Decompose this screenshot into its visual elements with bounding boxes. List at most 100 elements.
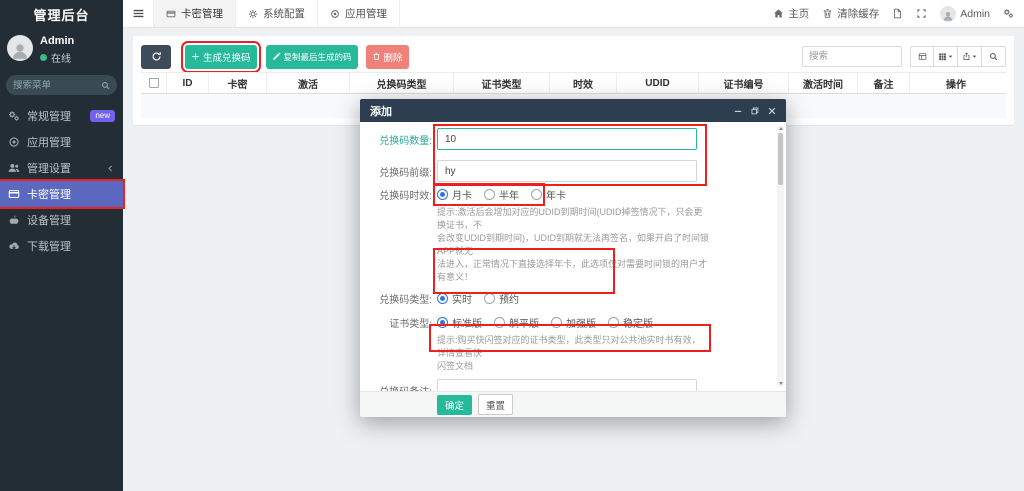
fullscreen-button[interactable] <box>916 8 927 19</box>
clear-cache-link[interactable]: 清除缓存 <box>822 6 879 21</box>
topbar-user-name: Admin <box>960 8 990 20</box>
search-icon <box>101 81 110 90</box>
trash-icon <box>372 52 381 61</box>
cert-option-stable[interactable]: 稳定版 <box>608 315 653 330</box>
prefix-label: 兑换码前缀: <box>372 164 432 179</box>
card-icon <box>8 188 20 200</box>
header-cell-remark[interactable]: 备注 <box>857 73 909 93</box>
code-type-option-reserve[interactable]: 预约 <box>484 291 519 306</box>
sidebar-menu: 常规管理 new 应用管理 管理设置 卡密管理 设备管理 <box>0 103 123 259</box>
copy-last-codes-button[interactable]: 复制最后生成的码 <box>266 45 358 69</box>
generate-codes-button[interactable]: 生成兑换码 <box>185 45 257 69</box>
cert-tip-text: 提示:购买快闪签对应的证书类型，此类型只对公共池实时书有效，详情查看快 闪签文档 <box>437 334 709 373</box>
radio-label: 稳定版 <box>623 315 653 330</box>
dialog-title: 添加 <box>370 103 392 119</box>
cert-type-label: 证书类型: <box>372 315 432 330</box>
cogs-icon <box>8 110 20 122</box>
duration-option-halfyear[interactable]: 半年 <box>484 187 519 202</box>
settings-button[interactable] <box>1003 8 1014 19</box>
sidebar: 管理后台 Admin 在线 常规管理 new <box>0 0 123 491</box>
radio-icon <box>484 293 495 304</box>
radio-icon <box>551 317 562 328</box>
radio-label: 加强版 <box>566 315 596 330</box>
header-cell-actions[interactable]: 操作 <box>909 73 1002 93</box>
quantity-field-row: 兑换码数量: <box>372 128 774 150</box>
scroll-down-icon <box>779 382 783 385</box>
close-button[interactable] <box>768 107 776 115</box>
cert-option-tangping[interactable]: 躺平版 <box>494 315 539 330</box>
sidebar-item-devices[interactable]: 设备管理 <box>0 207 123 233</box>
maximize-button[interactable] <box>751 107 759 115</box>
table-search-area <box>802 46 1006 67</box>
confirm-button[interactable]: 确定 <box>437 395 472 415</box>
tab-cardkeys[interactable]: 卡密管理 <box>153 0 236 27</box>
duration-option-month[interactable]: 月卡 <box>437 187 472 202</box>
cogs-icon <box>1003 8 1014 19</box>
home-link[interactable]: 主页 <box>773 6 809 21</box>
header-cell-cardkey[interactable]: 卡密 <box>208 73 266 93</box>
topbar-user[interactable]: Admin <box>940 6 990 22</box>
chevron-left-icon <box>106 164 115 173</box>
sidebar-item-general[interactable]: 常规管理 new <box>0 103 123 129</box>
sidebar-item-apps[interactable]: 应用管理 <box>0 129 123 155</box>
document-button[interactable] <box>892 8 903 19</box>
app-icon <box>330 9 340 19</box>
header-cell-activate-time[interactable]: 激活时间 <box>788 73 857 93</box>
quantity-label: 兑换码数量: <box>372 132 432 147</box>
online-status: 在线 <box>40 50 74 65</box>
sidebar-search-input[interactable] <box>13 80 97 91</box>
search-submit-button[interactable] <box>982 46 1006 67</box>
prefix-input[interactable] <box>437 160 697 182</box>
header-cell-duration[interactable]: 时效 <box>549 73 616 93</box>
sidebar-item-downloads[interactable]: 下载管理 <box>0 233 123 259</box>
header-cell-udid[interactable]: UDID <box>616 73 698 93</box>
table-view-buttons <box>910 46 1006 67</box>
header-cell-activated[interactable]: 激活 <box>266 73 349 93</box>
scrollbar-thumb[interactable] <box>778 133 783 185</box>
refresh-button[interactable] <box>141 45 171 69</box>
export-dropdown-button[interactable] <box>958 46 982 67</box>
quantity-input[interactable] <box>437 128 697 150</box>
maximize-icon <box>751 107 759 115</box>
header-cell-cert-no[interactable]: 证书编号 <box>698 73 788 93</box>
minimize-icon <box>734 107 742 115</box>
tab-label: 卡密管理 <box>181 6 223 21</box>
cert-option-standard[interactable]: 标准版 <box>437 315 482 330</box>
table-search-input[interactable] <box>802 46 902 67</box>
code-type-option-realtime[interactable]: 实时 <box>437 291 472 306</box>
cert-option-enhanced[interactable]: 加强版 <box>551 315 596 330</box>
toggle-view-button[interactable] <box>910 46 934 67</box>
menu-toggle-button[interactable] <box>123 0 153 27</box>
duration-option-year[interactable]: 年卡 <box>531 187 566 202</box>
columns-dropdown-button[interactable] <box>934 46 958 67</box>
delete-button[interactable]: 删除 <box>366 45 409 69</box>
tab-apps[interactable]: 应用管理 <box>318 0 400 27</box>
table-header-row: ID 卡密 激活 兑换码类型 证书类型 时效 UDID 证书编号 激活时间 备注… <box>141 72 1006 94</box>
radio-icon <box>494 317 505 328</box>
dialog-scrollbar[interactable] <box>777 125 784 387</box>
person-icon <box>942 10 954 22</box>
radio-label: 半年 <box>499 187 519 202</box>
radio-label: 年卡 <box>546 187 566 202</box>
tab-system-config[interactable]: 系统配置 <box>236 0 318 27</box>
select-all-checkbox[interactable] <box>149 78 159 88</box>
header-cell-cert-type[interactable]: 证书类型 <box>453 73 549 93</box>
plus-icon <box>191 52 200 61</box>
copy-last-codes-label: 复制最后生成的码 <box>284 51 352 63</box>
sidebar-item-settings[interactable]: 管理设置 <box>0 155 123 181</box>
radio-label: 标准版 <box>452 315 482 330</box>
dialog-titlebar[interactable]: 添加 <box>360 99 786 122</box>
reset-button[interactable]: 重置 <box>478 394 513 415</box>
tip-line: 提示:购买快闪签对应的证书类型，此类型只对公共池实时书有效，详情查看快 <box>437 334 709 360</box>
remark-input[interactable] <box>437 379 697 391</box>
online-dot-icon <box>40 54 47 61</box>
minimize-button[interactable] <box>734 107 742 115</box>
sidebar-search[interactable] <box>6 75 117 95</box>
header-cell-id[interactable]: ID <box>166 73 208 93</box>
tab-label: 系统配置 <box>263 6 305 21</box>
sidebar-item-cardkeys[interactable]: 卡密管理 <box>0 181 123 207</box>
person-icon <box>10 41 30 61</box>
dialog-body: 兑换码数量: 兑换码前缀: 兑换码时效: 月卡 半年 年卡 提示:激活后会增加对… <box>360 122 786 391</box>
generate-codes-label: 生成兑换码 <box>203 50 251 64</box>
header-cell-code-type[interactable]: 兑换码类型 <box>349 73 453 93</box>
